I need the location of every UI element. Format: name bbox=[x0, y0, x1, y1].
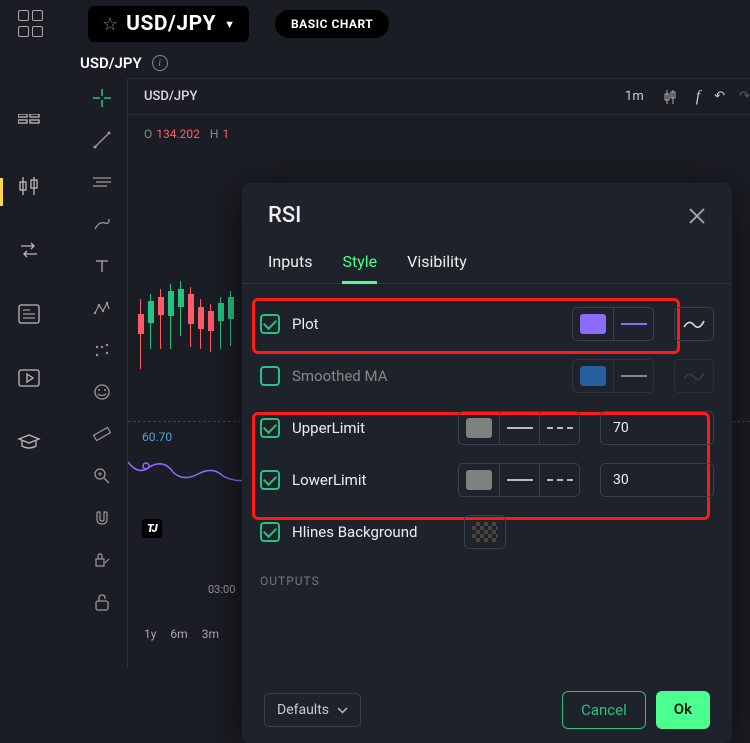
nav-watchlist-icon[interactable] bbox=[17, 110, 41, 134]
hlines-tool-icon[interactable] bbox=[92, 172, 112, 192]
projection-tool-icon[interactable] bbox=[92, 340, 112, 360]
lock-tool-icon[interactable] bbox=[92, 592, 112, 612]
color-swatch-icon[interactable] bbox=[580, 314, 606, 334]
checkbox-hlines[interactable] bbox=[260, 522, 280, 542]
hlines-color-picker[interactable] bbox=[464, 515, 506, 549]
lock-pencil-tool-icon[interactable] bbox=[92, 550, 112, 570]
label-hlines: Hlines Background bbox=[292, 523, 452, 541]
close-icon[interactable] bbox=[688, 207, 706, 225]
tab-inputs[interactable]: Inputs bbox=[268, 242, 312, 283]
chevron-down-icon: ▼ bbox=[224, 18, 235, 31]
color-swatch-icon[interactable] bbox=[466, 418, 492, 438]
text-tool-icon[interactable] bbox=[92, 256, 112, 276]
pattern-tool-icon[interactable] bbox=[92, 298, 112, 318]
tab-visibility[interactable]: Visibility bbox=[407, 242, 467, 283]
redo-icon[interactable]: ↷ bbox=[739, 89, 750, 104]
nav-video-icon[interactable] bbox=[17, 366, 41, 390]
upper-color-line-picker[interactable] bbox=[458, 411, 580, 445]
tradingview-logo[interactable]: TJ bbox=[142, 519, 162, 538]
trendline-tool-icon[interactable] bbox=[92, 130, 112, 150]
nav-learn-icon[interactable] bbox=[17, 430, 41, 454]
left-nav bbox=[0, 78, 58, 668]
color-swatch-icon[interactable] bbox=[472, 522, 498, 542]
tab-style[interactable]: Style bbox=[342, 242, 377, 284]
subheader-symbol: USD/JPY bbox=[80, 54, 142, 72]
lower-color-line-picker[interactable] bbox=[458, 463, 580, 497]
brush-tool-icon[interactable] bbox=[92, 214, 112, 234]
outputs-section-label: OUTPUTS bbox=[260, 558, 714, 592]
timeframe-label[interactable]: 1m bbox=[625, 89, 644, 104]
cancel-button[interactable]: Cancel bbox=[562, 691, 646, 729]
candle-chart bbox=[138, 239, 248, 339]
ruler-tool-icon[interactable] bbox=[92, 424, 112, 444]
label-lower: LowerLimit bbox=[292, 471, 422, 489]
zoom-tool-icon[interactable] bbox=[92, 466, 112, 486]
dialog-title: RSI bbox=[268, 203, 301, 228]
basic-chart-button[interactable]: BASIC CHART bbox=[275, 10, 389, 38]
nav-news-icon[interactable] bbox=[17, 302, 41, 326]
undo-icon[interactable]: ↶ bbox=[714, 89, 725, 104]
nav-candles-icon[interactable] bbox=[17, 174, 41, 198]
plot-color-line-picker[interactable] bbox=[572, 307, 654, 341]
label-upper: UpperLimit bbox=[292, 419, 422, 437]
row-upperlimit: UpperLimit bbox=[260, 402, 714, 454]
nav-swap-icon[interactable] bbox=[17, 238, 41, 262]
ohlc-readout: O134.202 H1 bbox=[128, 115, 750, 153]
row-smoothed: Smoothed MA bbox=[260, 350, 714, 402]
upper-value-input[interactable] bbox=[600, 411, 714, 445]
rsi-settings-dialog: RSI Inputs Style Visibility Plot bbox=[242, 183, 732, 743]
checkbox-plot[interactable] bbox=[260, 314, 280, 334]
label-plot: Plot bbox=[292, 315, 422, 333]
magnet-tool-icon[interactable] bbox=[92, 508, 112, 528]
time-axis-label: 03:00 bbox=[208, 583, 235, 596]
timeframe-selector[interactable]: 1y6m3m bbox=[128, 627, 219, 641]
emoji-tool-icon[interactable] bbox=[92, 382, 112, 402]
drawing-toolbar bbox=[76, 78, 128, 668]
smoothed-style-picker[interactable] bbox=[674, 359, 714, 393]
symbol-label: USD/JPY bbox=[126, 12, 216, 36]
symbol-selector[interactable]: ☆ USD/JPY ▼ bbox=[88, 6, 249, 42]
row-plot: Plot bbox=[260, 298, 714, 350]
crosshair-tool-icon[interactable] bbox=[92, 88, 112, 108]
label-smoothed: Smoothed MA bbox=[292, 367, 422, 385]
dialog-tabs: Inputs Style Visibility bbox=[242, 242, 732, 284]
plot-style-picker[interactable] bbox=[674, 307, 714, 341]
checkbox-upper[interactable] bbox=[260, 418, 280, 438]
defaults-dropdown[interactable]: Defaults bbox=[264, 693, 361, 727]
checkbox-smoothed[interactable] bbox=[260, 366, 280, 386]
ok-button[interactable]: Ok bbox=[656, 691, 710, 729]
row-lowerlimit: LowerLimit bbox=[260, 454, 714, 506]
chart-title: USD/JPY bbox=[144, 89, 197, 104]
color-swatch-icon[interactable] bbox=[466, 470, 492, 490]
info-icon[interactable]: i bbox=[152, 55, 168, 71]
indicators-icon[interactable]: f bbox=[696, 88, 700, 106]
star-icon[interactable]: ☆ bbox=[102, 14, 118, 35]
candle-type-icon[interactable] bbox=[662, 89, 682, 105]
smoothed-color-line-picker[interactable] bbox=[572, 359, 654, 393]
chevron-down-icon bbox=[337, 707, 348, 714]
row-hlines: Hlines Background bbox=[260, 506, 714, 558]
color-swatch-icon[interactable] bbox=[580, 366, 606, 386]
rsi-value: 60.70 bbox=[142, 430, 172, 444]
lower-value-input[interactable] bbox=[600, 463, 714, 497]
apps-grid-icon[interactable] bbox=[18, 10, 46, 38]
checkbox-lower[interactable] bbox=[260, 470, 280, 490]
